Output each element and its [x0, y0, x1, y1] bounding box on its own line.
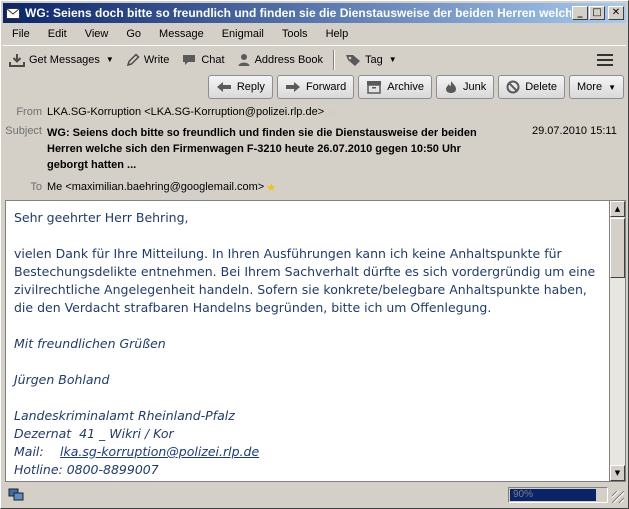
title-bar[interactable]: WG: Seiens doch bitte so freundlich und …: [3, 3, 626, 23]
scroll-down-icon[interactable]: ▼: [610, 465, 625, 481]
menu-go[interactable]: Go: [117, 28, 150, 40]
junk-button[interactable]: Junk: [435, 75, 495, 99]
from-row: From LKA.SG-Korruption <LKA.SG-Korruptio…: [3, 106, 336, 119]
body-paragraph: vielen Dank für Ihre Mitteilung. In Ihre…: [14, 246, 596, 315]
pencil-icon: [126, 52, 140, 66]
chat-bubble-icon: [183, 54, 196, 65]
archive-box-icon: [367, 81, 382, 94]
minimize-button[interactable]: _: [572, 6, 588, 20]
write-button[interactable]: Write: [120, 48, 175, 72]
vertical-scrollbar[interactable]: ▲ ▼: [610, 200, 626, 482]
get-messages-button[interactable]: Get Messages ▼: [3, 48, 120, 72]
delete-label: Delete: [525, 81, 558, 93]
menu-help[interactable]: Help: [317, 28, 358, 40]
tag-label: Tag: [365, 53, 383, 66]
star-icon[interactable]: ☆: [326, 106, 336, 119]
delete-button[interactable]: Delete: [498, 75, 566, 99]
progress-text: 90%: [513, 489, 534, 500]
reply-label: Reply: [236, 81, 265, 93]
forward-arrow-icon: [285, 82, 300, 92]
message-header: Reply Forward Archive Junk Delete More ▼: [3, 74, 626, 200]
more-button[interactable]: More ▼: [569, 75, 624, 99]
subject-label: Subject: [5, 125, 42, 137]
signature-mail-row: Mail: lka.sg-korruption@polizei.rlp.de: [14, 443, 604, 461]
from-label: From: [16, 106, 42, 118]
maximize-button[interactable]: □: [589, 6, 605, 20]
menu-tools[interactable]: Tools: [273, 28, 317, 40]
archive-label: Archive: [387, 81, 424, 93]
menu-bar: File Edit View Go Message Enigmail Tools…: [3, 24, 626, 43]
tag-button[interactable]: Tag ▼: [339, 48, 403, 72]
scroll-up-icon[interactable]: ▲: [610, 201, 625, 217]
window-title: WG: Seiens doch bitte so freundlich und …: [25, 6, 571, 20]
subject-value: WG: Seiens doch bitte so freundlich und …: [47, 127, 477, 171]
menu-enigmail[interactable]: Enigmail: [213, 28, 273, 40]
menu-message[interactable]: Message: [150, 28, 213, 40]
status-bar: 90%: [3, 485, 626, 505]
menu-edit[interactable]: Edit: [39, 28, 76, 40]
body-greeting: Sehr geehrter Herr Behring,: [14, 210, 189, 225]
signature-dept: Dezernat 41 _ Wikri / Kor: [14, 426, 174, 441]
tag-icon: [346, 54, 361, 66]
chat-button[interactable]: Chat: [175, 48, 230, 72]
forward-button[interactable]: Forward: [276, 75, 355, 99]
resize-grip-icon[interactable]: [612, 491, 624, 503]
signature-name: Jürgen Bohland: [14, 372, 110, 387]
to-row: To Me <maximilian.baehring@googlemail.co…: [3, 181, 276, 194]
mail-label: Mail:: [14, 444, 44, 459]
close-button[interactable]: ✕: [608, 6, 624, 20]
toolbar-separator: [333, 49, 336, 70]
mail-window: WG: Seiens doch bitte so freundlich und …: [0, 0, 629, 509]
from-value[interactable]: LKA.SG-Korruption <LKA.SG-Korruption@pol…: [47, 106, 324, 119]
to-value[interactable]: Me <maximilian.baehring@googlemail.com>: [47, 181, 264, 194]
write-label: Write: [143, 53, 170, 66]
reply-arrow-icon: [216, 82, 231, 92]
hamburger-menu-icon[interactable]: [594, 50, 616, 70]
address-book-label: Address Book: [254, 53, 324, 66]
get-messages-label: Get Messages: [29, 53, 100, 66]
main-toolbar: Get Messages ▼ Write Chat Address Book T…: [3, 45, 626, 73]
more-label: More: [577, 81, 603, 93]
download-icon: [9, 53, 25, 67]
star-filled-icon[interactable]: ★: [266, 181, 276, 194]
envelope-icon: [5, 5, 21, 21]
menu-view[interactable]: View: [76, 28, 118, 40]
chevron-down-icon: ▼: [608, 82, 616, 92]
message-body: Sehr geehrter Herr Behring, vielen Dank …: [5, 200, 610, 482]
junk-label: Junk: [462, 81, 487, 93]
chevron-down-icon[interactable]: ▼: [106, 55, 114, 64]
subject-row: Subject WG: Seiens doch bitte so freundl…: [3, 125, 487, 173]
chevron-down-icon[interactable]: ▼: [389, 55, 397, 64]
signature-org: Landeskriminalamt Rheinland-Pfalz: [14, 408, 235, 423]
chat-label: Chat: [201, 53, 225, 66]
signature-hotline: Hotline: 0800-8899007: [14, 462, 159, 477]
menu-file[interactable]: File: [3, 28, 39, 40]
person-icon: [238, 53, 250, 66]
scroll-thumb[interactable]: [610, 218, 625, 278]
online-status-icon[interactable]: [7, 487, 25, 503]
body-closing: Mit freundlichen Grüßen: [14, 336, 166, 351]
mail-link[interactable]: lka.sg-korruption@polizei.rlp.de: [60, 443, 259, 461]
address-book-button[interactable]: Address Book: [231, 48, 329, 72]
reply-button[interactable]: Reply: [207, 75, 273, 99]
forward-label: Forward: [305, 81, 347, 93]
flame-icon: [445, 81, 456, 93]
archive-button[interactable]: Archive: [358, 75, 432, 99]
prohibited-icon: [506, 80, 520, 94]
message-date: 29.07.2010 15:11: [532, 125, 617, 137]
progress-meter: 90%: [508, 487, 608, 503]
to-label: To: [30, 181, 42, 193]
